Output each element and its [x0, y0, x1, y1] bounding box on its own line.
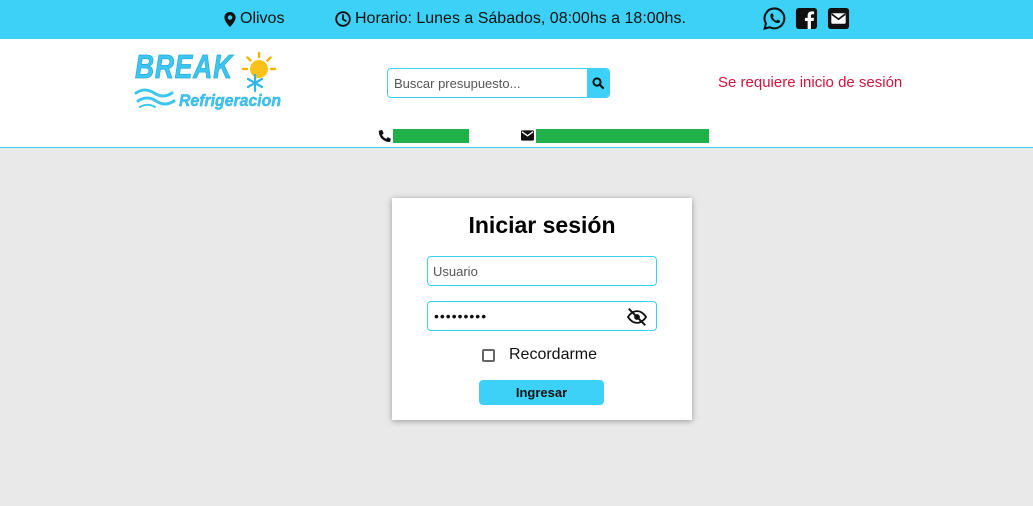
eye-slash-icon — [626, 308, 648, 326]
facebook-icon — [795, 7, 817, 29]
password-field[interactable]: ••••••••• — [427, 301, 657, 331]
login-required-link[interactable]: Se requiere inicio de sesión — [718, 74, 902, 91]
budget-search — [387, 68, 610, 98]
email-address-bar — [536, 128, 709, 143]
search-icon — [592, 77, 604, 89]
envelope-icon — [521, 130, 534, 141]
svg-text:Refrigeracion: Refrigeracion — [179, 91, 281, 110]
username-field — [427, 256, 657, 286]
site-header: BREAK Refrigeracion Buscar presupuesto..… — [0, 39, 1033, 148]
email-link[interactable] — [826, 6, 850, 30]
svg-text:BREAK: BREAK — [135, 49, 234, 85]
facebook-link[interactable] — [794, 6, 818, 30]
top-info-bar: Olivos Horario: Lunes a Sábados, 08:00hs… — [0, 0, 1033, 39]
map-marker-icon — [224, 11, 236, 27]
location-info: Olivos — [224, 9, 284, 29]
phone-icon — [378, 130, 391, 142]
login-title: Iniciar sesión — [468, 212, 616, 238]
toggle-password-visibility[interactable] — [626, 307, 648, 327]
login-submit-button[interactable]: Ingresar — [479, 380, 604, 405]
password-input[interactable]: ••••••••• — [434, 308, 487, 324]
remember-label: Recordarme — [509, 346, 598, 363]
search-input[interactable] — [388, 69, 587, 97]
brand-logo[interactable]: BREAK Refrigeracion — [134, 48, 284, 113]
sun-snowflake-icon — [241, 51, 277, 93]
whatsapp-link[interactable] — [762, 6, 786, 30]
phone-number-bar — [393, 128, 469, 143]
contact-phone — [378, 128, 469, 143]
contact-email — [521, 128, 709, 143]
remember-me[interactable]: Recordarme — [482, 346, 597, 364]
search-button[interactable] — [587, 69, 609, 97]
remember-checkbox[interactable] — [482, 348, 495, 362]
clock-icon — [335, 11, 351, 27]
login-card: Iniciar sesión ••••••••• Recordarme Ingr… — [392, 198, 692, 420]
envelope-icon — [827, 7, 849, 29]
schedule-text: Horario: Lunes a Sábados, 08:00hs a 18:0… — [355, 10, 686, 27]
schedule-info: Horario: Lunes a Sábados, 08:00hs a 18:0… — [335, 9, 686, 29]
username-input[interactable] — [428, 257, 656, 285]
location-text: Olivos — [240, 10, 285, 27]
whatsapp-icon — [762, 6, 785, 30]
